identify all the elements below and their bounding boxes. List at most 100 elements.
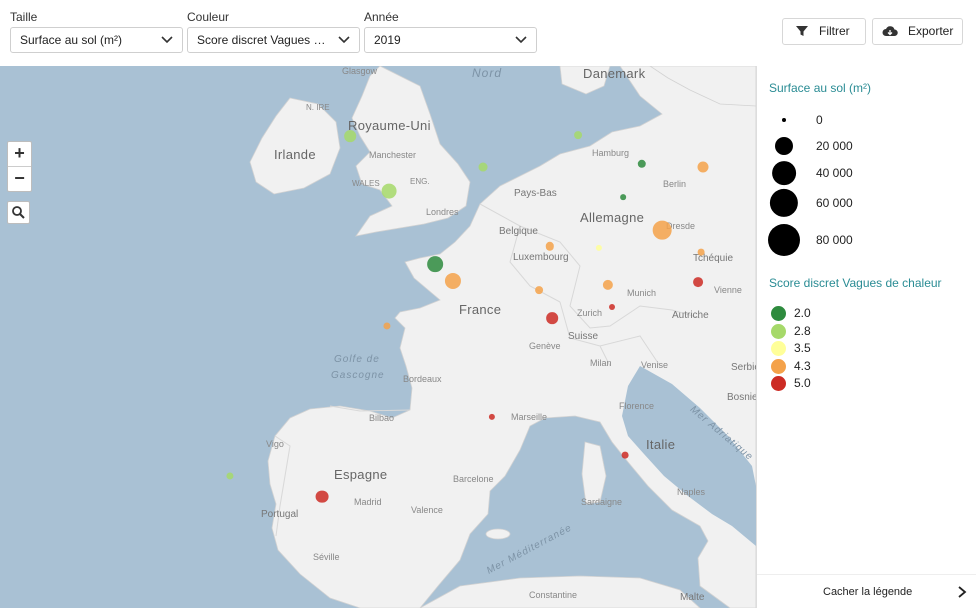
balearic-islands (485, 528, 511, 540)
color-select-label: Couleur (187, 10, 230, 24)
country-label-wales: WALES (352, 179, 380, 188)
color-legend-swatch (771, 376, 786, 391)
sea-label-gascogne-1: Golfe de (334, 354, 380, 365)
map-bubble[interactable] (608, 303, 615, 310)
country-label-serbia: Serbie (731, 362, 756, 373)
size-legend-title: Surface au sol (m²) (769, 81, 872, 95)
hide-legend-label: Cacher la légende (823, 586, 913, 598)
zoom-control: + − (7, 141, 32, 192)
city-label: Londres (426, 207, 459, 217)
map-bubble[interactable] (344, 130, 356, 143)
map-bubble[interactable] (621, 451, 629, 459)
search-icon (12, 206, 25, 219)
city-label: Madrid (354, 497, 382, 507)
hide-legend-button[interactable]: Cacher la légende (757, 574, 976, 609)
city-label: Manchester (369, 150, 417, 160)
map-bubble[interactable] (478, 162, 488, 172)
city-label: Venise (641, 360, 669, 370)
size-legend-label: 40 000 (816, 166, 853, 180)
city-label: Barcelone (453, 474, 494, 484)
color-legend-swatch (771, 341, 786, 356)
city-label: Milan (590, 358, 612, 368)
city-label: Marseille (511, 412, 548, 422)
filter-button[interactable]: Filtrer (782, 18, 866, 45)
map[interactable]: Nord Golfe de Gascogne Mer Méditerranée … (0, 66, 756, 608)
country-label-spain: Espagne (334, 467, 388, 482)
city-label: Bordeaux (403, 374, 442, 384)
city-label: Genève (529, 341, 561, 351)
city-label: Valence (411, 505, 443, 515)
country-label-ireland: Irlande (274, 147, 316, 162)
country-label-belgium: Belgique (499, 226, 538, 237)
country-label-portugal: Portugal (261, 509, 299, 520)
color-legend-label: 2.8 (794, 323, 811, 338)
city-label: Malte (680, 592, 705, 603)
basemap (249, 66, 756, 608)
country-label-italy: Italie (646, 437, 676, 452)
size-legend-label: 60 000 (816, 196, 853, 210)
continent-landmass (267, 66, 756, 608)
size-legend-dot (772, 161, 796, 185)
color-legend-label: 3.5 (794, 341, 811, 355)
chevron-down-icon (161, 36, 173, 44)
country-label-nireland: N. IRE (306, 103, 330, 112)
size-legend-dot (782, 118, 786, 122)
ireland (249, 97, 341, 195)
map-bubble[interactable] (546, 312, 558, 324)
map-bubble[interactable] (534, 286, 543, 295)
color-legend-label: 5.0 (794, 376, 811, 390)
year-select-label: Année (364, 10, 399, 24)
country-label-france: France (459, 302, 502, 317)
color-legend-swatch (771, 306, 786, 321)
size-select-value: Surface au sol (m²) (20, 33, 123, 47)
legend-panel: Surface au sol (m²) 0 20 000 40 000 60 000 8… (756, 66, 976, 608)
color-select-value: Score discret Vagues de chaleur (197, 33, 360, 47)
map-bubble[interactable] (574, 131, 582, 139)
map-bubble[interactable] (697, 161, 709, 173)
map-bubble[interactable] (427, 256, 443, 272)
year-select-value: 2019 (374, 33, 401, 47)
cloud-download-icon (882, 26, 898, 36)
sardinia (581, 441, 607, 505)
map-bubble[interactable] (620, 194, 626, 200)
city-label: Bilbao (369, 413, 395, 423)
city-label: Naples (677, 487, 706, 497)
size-legend-label: 20 000 (816, 139, 853, 153)
sea-label-gascogne-2: Gascogne (331, 370, 385, 381)
zoom-out-button[interactable]: − (8, 166, 31, 191)
city-label: Constantine (529, 590, 578, 600)
city-label: Vigo (266, 439, 284, 449)
size-legend-dot (775, 137, 793, 155)
export-button[interactable]: Exporter (872, 18, 963, 45)
map-bubble[interactable] (315, 490, 329, 504)
map-bubble[interactable] (698, 248, 705, 256)
color-legend-title: Score discret Vagues de chaleur (769, 276, 942, 290)
city-label: Munich (627, 288, 657, 298)
country-label-netherlands: Pays-Bas (514, 188, 557, 199)
city-label: Hamburg (592, 148, 630, 158)
chevron-right-icon (958, 586, 967, 598)
year-select[interactable]: 2019 (364, 27, 537, 53)
country-label-germany: Allemagne (580, 210, 645, 225)
city-label: Glasgow (342, 66, 378, 76)
size-legend-dot (768, 224, 800, 256)
country-label-bosnia: Bosnie-Herzég. (727, 392, 756, 403)
city-label: Sardaigne (581, 497, 623, 507)
map-bubble[interactable] (652, 220, 672, 240)
size-select[interactable]: Surface au sol (m²) (10, 27, 183, 53)
color-legend-label: 4.3 (794, 358, 811, 373)
color-legend-swatch (771, 323, 786, 339)
country-label-denmark: Danemark (583, 66, 646, 81)
color-select[interactable]: Score discret Vagues de chaleur (187, 27, 360, 53)
map-bubble[interactable] (381, 183, 397, 199)
country-label-england: ENG. (410, 177, 430, 186)
map-search-button[interactable] (7, 201, 30, 224)
city-label: Berlin (663, 179, 687, 189)
chevron-down-icon (338, 36, 350, 44)
map-bubble[interactable] (692, 277, 703, 288)
chevron-down-icon (515, 36, 527, 44)
export-label: Exporter (908, 24, 954, 38)
zoom-in-button[interactable]: + (8, 142, 31, 166)
sea-label-nord: Nord (472, 66, 503, 80)
country-label-luxembourg: Luxembourg (513, 252, 569, 263)
